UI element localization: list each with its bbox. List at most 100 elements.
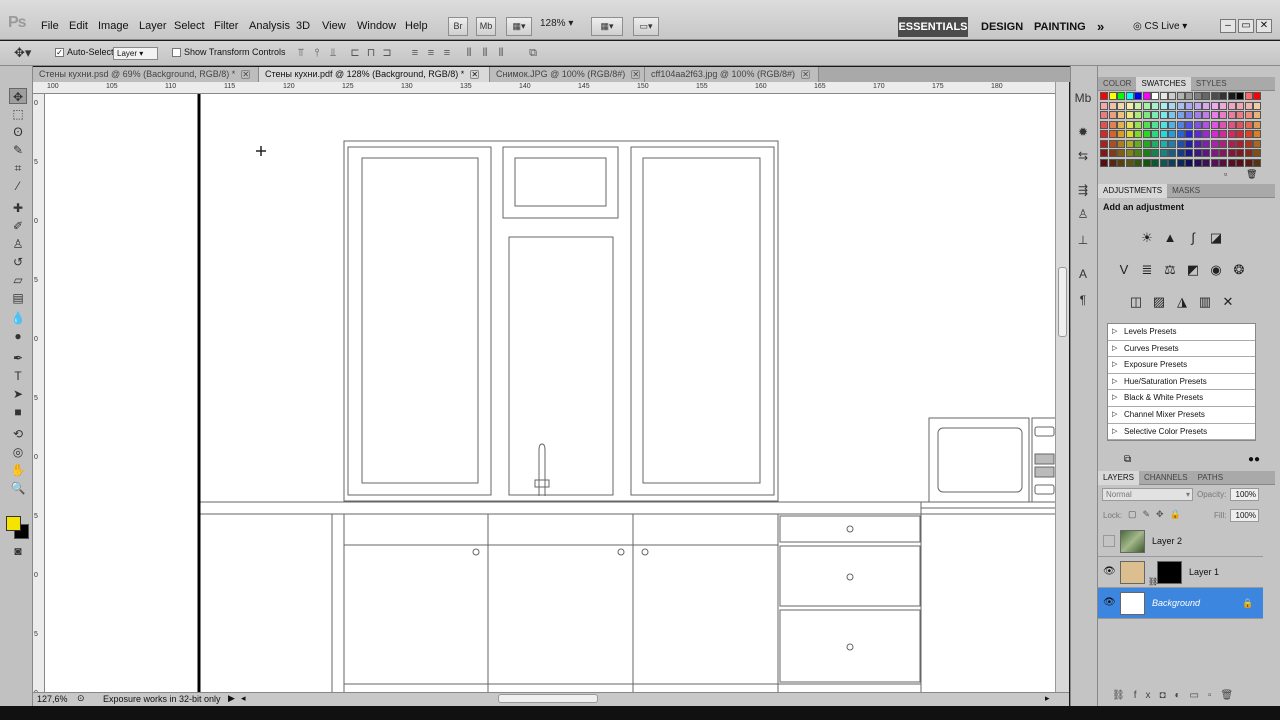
swatch[interactable] [1142,120,1151,129]
swatch[interactable] [1236,158,1244,167]
swatch[interactable] [1210,101,1219,110]
fill-input[interactable]: 100% [1230,509,1259,522]
swatch[interactable] [1117,101,1125,110]
swatch[interactable] [1219,92,1227,100]
horizontal-scroll-thumb[interactable] [498,694,598,703]
layer-row-background[interactable]: 👁 Background 🔒 [1098,588,1263,619]
preset-exposure[interactable]: Exposure Presets [1108,357,1255,374]
brush-panel-icon[interactable]: ⇶ [1074,182,1092,198]
swatch[interactable] [1176,130,1185,138]
history-brush-icon[interactable]: ↺ [9,254,27,270]
swatch[interactable] [1236,139,1244,148]
tab-paths[interactable]: PATHS [1193,471,1228,485]
swatch[interactable] [1159,130,1168,138]
preset-curves[interactable]: Curves Presets [1108,341,1255,358]
align-top-icon[interactable]: ⫪ [294,46,308,60]
swatch[interactable] [1134,158,1142,167]
3d-rotate-tool-icon[interactable]: ⟲ [9,426,27,442]
zoom-tool-icon[interactable]: 🔍 [9,480,27,496]
new-swatch-icon[interactable]: ▫ [1224,169,1227,179]
distribute-bottom-icon[interactable]: ≡ [440,46,454,60]
blend-mode-select[interactable]: Normal ▾ [1102,488,1193,501]
swatch[interactable] [1185,149,1193,157]
swatch[interactable] [1168,130,1176,138]
menu-help[interactable]: Help [405,20,428,32]
vertical-scrollbar[interactable] [1055,82,1069,692]
swatch[interactable] [1176,101,1185,110]
eye-icon[interactable]: 👁 [1103,597,1116,609]
eye-icon[interactable]: 👁 [1103,566,1116,578]
blur-tool-icon[interactable]: 💧 [9,310,27,326]
layer-mask-thumbnail[interactable] [1157,561,1182,584]
swatch[interactable] [1236,120,1244,129]
swatch[interactable] [1176,158,1185,167]
invert-icon[interactable]: ◫ [1126,293,1146,311]
swatch[interactable] [1193,139,1202,148]
swatch[interactable] [1151,139,1159,148]
opacity-input[interactable]: 100% [1230,488,1259,501]
paragraph-panel-icon[interactable]: ¶ [1074,292,1092,308]
swatch[interactable] [1125,101,1134,110]
swatch[interactable] [1151,111,1159,119]
quick-select-tool-icon[interactable]: ✎ [9,142,27,158]
workspace-design[interactable]: DESIGN [981,17,1023,37]
swatch[interactable] [1100,92,1108,100]
swatch[interactable] [1219,149,1227,157]
swatch[interactable] [1193,101,1202,110]
swatch[interactable] [1244,158,1253,167]
brush-tool-icon[interactable]: ✐ [9,218,27,234]
preset-hue-saturation[interactable]: Hue/Saturation Presets [1108,374,1255,391]
channel-mixer-icon[interactable]: ❂ [1229,261,1249,279]
swatch[interactable] [1210,158,1219,167]
move-tool-preset-icon[interactable]: ✥▾ [14,45,31,61]
swatch[interactable] [1117,158,1125,167]
swatch[interactable] [1168,139,1176,148]
swatch[interactable] [1253,92,1261,100]
swatch[interactable] [1108,101,1117,110]
swatch[interactable] [1210,149,1219,157]
swatch[interactable] [1176,120,1185,129]
menu-filter[interactable]: Filter [214,20,238,32]
preset-selective-color[interactable]: Selective Color Presets [1108,424,1255,441]
swatch[interactable] [1176,149,1185,157]
swatch[interactable] [1168,111,1176,119]
minimize-icon[interactable]: – [1220,19,1236,33]
levels-icon[interactable]: ▲ [1160,229,1180,247]
swatch[interactable] [1227,158,1236,167]
swatch[interactable] [1227,111,1236,119]
swatch[interactable] [1244,149,1253,157]
swatch[interactable] [1244,139,1253,148]
swatch[interactable] [1185,120,1193,129]
menu-layer[interactable]: Layer [139,20,167,32]
swatch[interactable] [1159,149,1168,157]
preset-channel-mixer[interactable]: Channel Mixer Presets [1108,407,1255,424]
swatch[interactable] [1219,158,1227,167]
swatch[interactable] [1236,111,1244,119]
swatch[interactable] [1219,111,1227,119]
swatch[interactable] [1185,158,1193,167]
swatch[interactable] [1159,111,1168,119]
distribute-left-icon[interactable]: ⦀ [462,46,476,60]
pen-tool-icon[interactable]: ✒ [9,350,27,366]
cs-live-button[interactable]: ◎ CS Live ▾ [1133,17,1187,37]
screen-mode-button[interactable]: ▭▾ [633,17,659,36]
auto-align-layers-icon[interactable]: ⧉ [526,46,540,60]
swatch[interactable] [1134,149,1142,157]
swatch[interactable] [1159,101,1168,110]
menu-view[interactable]: View [322,20,346,32]
swatch[interactable] [1151,92,1159,100]
swatch[interactable] [1219,139,1227,148]
shape-tool-icon[interactable]: ■ [9,404,27,420]
swatch[interactable] [1108,130,1117,138]
swatch[interactable] [1227,130,1236,138]
menu-file[interactable]: File [41,20,59,32]
close-icon[interactable]: ✕ [1256,19,1272,33]
tab-swatches[interactable]: SWATCHES [1136,77,1191,91]
swatch[interactable] [1253,120,1261,129]
swatch[interactable] [1210,120,1219,129]
move-tool-icon[interactable]: ✥ [9,88,27,104]
swatch[interactable] [1236,130,1244,138]
swatch[interactable] [1168,101,1176,110]
swatch[interactable] [1100,120,1108,129]
swatch[interactable] [1202,158,1210,167]
